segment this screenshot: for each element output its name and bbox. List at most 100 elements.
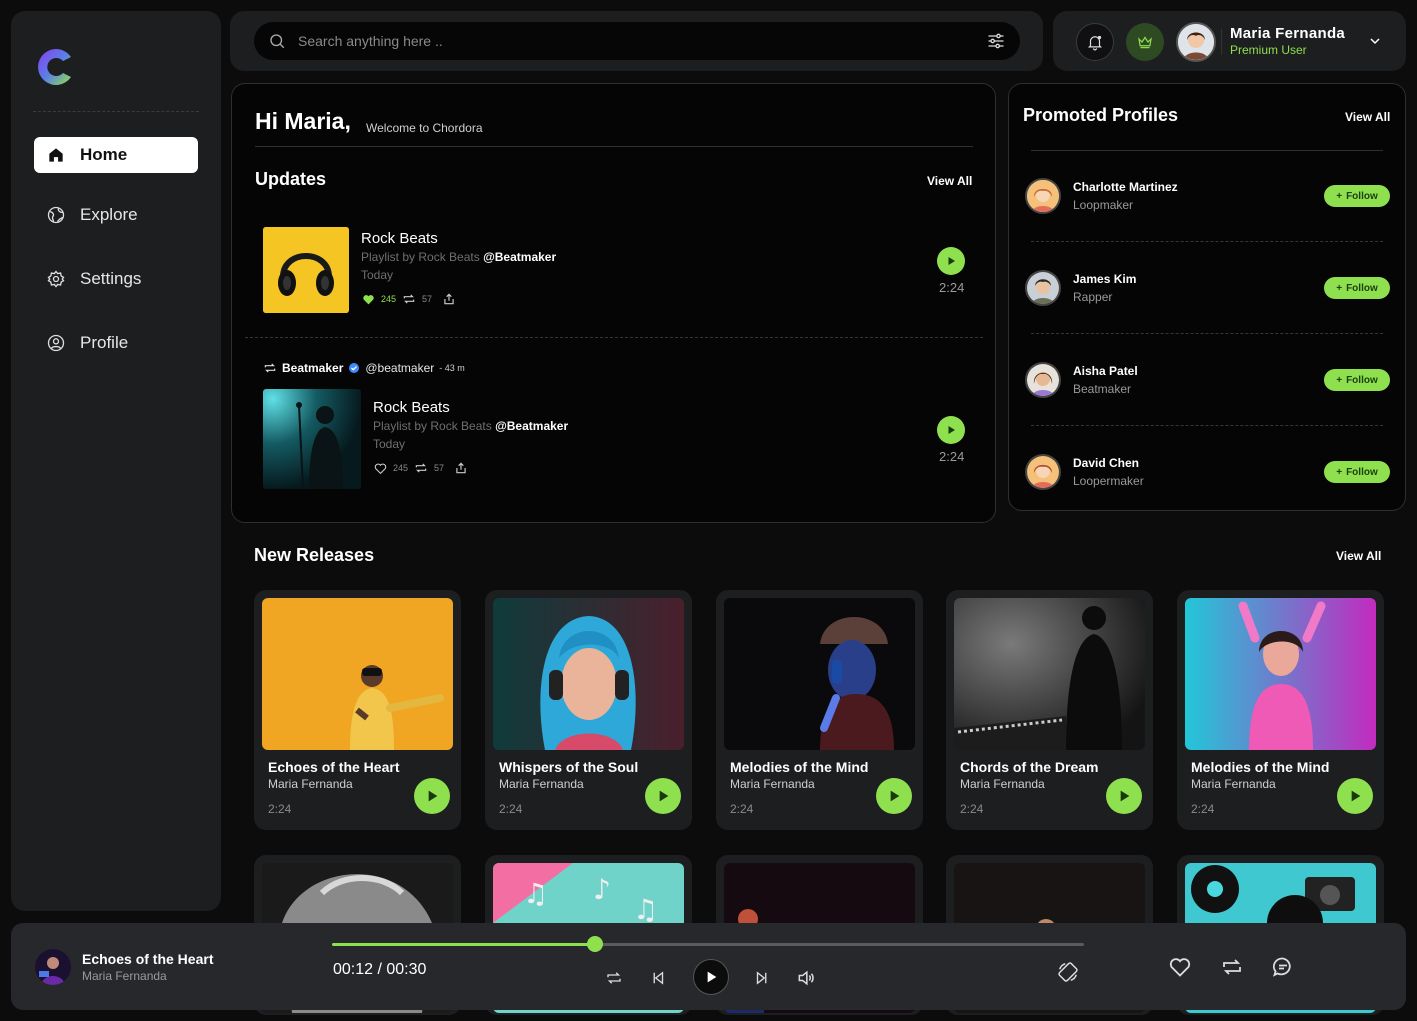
user-role: Premium User	[1230, 43, 1307, 57]
updates-title: Updates	[255, 169, 327, 189]
profile-name[interactable]: James Kim	[1073, 272, 1136, 286]
update-byline-handle[interactable]: @Beatmaker	[483, 250, 556, 264]
update-play-button[interactable]	[937, 247, 965, 275]
release-card[interactable]: Echoes of the Heart Maria Fernanda 2:24	[254, 590, 461, 830]
search-input[interactable]	[298, 33, 986, 49]
release-cover-image[interactable]	[724, 598, 915, 750]
release-play-button[interactable]	[414, 778, 450, 814]
sidebar-item-home[interactable]: Home	[34, 137, 198, 173]
release-duration: 2:24	[499, 802, 523, 816]
play-icon	[1120, 790, 1130, 802]
update-title[interactable]: Rock Beats	[361, 230, 438, 247]
sidebar-item-settings[interactable]: Settings	[34, 261, 198, 297]
release-play-button[interactable]	[876, 778, 912, 814]
release-title[interactable]: Melodies of the Mind	[730, 759, 868, 775]
release-play-button[interactable]	[645, 778, 681, 814]
update-byline-handle[interactable]: @Beatmaker	[495, 419, 568, 433]
play-icon	[707, 971, 717, 983]
repost-author[interactable]: Beatmaker	[282, 361, 343, 375]
repost-icon	[264, 363, 276, 373]
like-button[interactable]	[1168, 955, 1192, 979]
release-cover-image[interactable]	[1185, 598, 1376, 750]
repost-handle[interactable]: @beatmaker	[365, 361, 434, 375]
volume-button[interactable]	[796, 968, 816, 988]
user-circle-icon	[47, 334, 65, 352]
follow-button[interactable]: + Follow	[1324, 185, 1390, 207]
promoted-view-all-link[interactable]: View All	[1345, 110, 1390, 124]
release-title[interactable]: Echoes of the Heart	[268, 759, 399, 775]
release-title[interactable]: Whispers of the Soul	[499, 759, 638, 775]
release-card[interactable]: Whispers of the Soul Maria Fernanda 2:24	[485, 590, 692, 830]
promoted-title: Promoted Profiles	[1023, 105, 1179, 125]
release-card[interactable]: Chords of the Dream Maria Fernanda 2:24	[946, 590, 1153, 830]
release-cover-image[interactable]	[954, 598, 1145, 750]
rotate-device-icon	[1058, 962, 1078, 982]
release-duration: 2:24	[268, 802, 292, 816]
previous-button[interactable]	[649, 969, 667, 987]
follow-button[interactable]: + Follow	[1324, 369, 1390, 391]
now-playing-artist[interactable]: Maria Fernanda	[82, 969, 167, 983]
avatar[interactable]	[1176, 22, 1216, 62]
release-artist[interactable]: Maria Fernanda	[730, 777, 815, 791]
play-button[interactable]	[693, 959, 729, 995]
profile-name[interactable]: Charlotte Martinez	[1073, 180, 1178, 194]
follow-button[interactable]: + Follow	[1324, 461, 1390, 483]
follow-button[interactable]: + Follow	[1324, 277, 1390, 299]
rotate-button[interactable]	[1057, 961, 1079, 983]
release-title[interactable]: Melodies of the Mind	[1191, 759, 1329, 775]
progress-handle[interactable]	[587, 936, 604, 952]
avatar[interactable]	[1025, 454, 1061, 490]
release-title[interactable]: Chords of the Dream	[960, 759, 1098, 775]
release-card[interactable]: Melodies of the Mind Maria Fernanda 2:24	[716, 590, 923, 830]
avatar[interactable]	[1025, 270, 1061, 306]
update-cover-image[interactable]	[263, 389, 361, 489]
now-playing-cover-image[interactable]	[35, 949, 71, 985]
filter-icon[interactable]	[986, 31, 1006, 51]
release-artist[interactable]: Maria Fernanda	[268, 777, 353, 791]
updates-view-all-link[interactable]: View All	[927, 174, 972, 188]
heart-icon[interactable]	[374, 462, 387, 475]
avatar[interactable]	[1025, 362, 1061, 398]
sidebar-item-profile[interactable]: Profile	[34, 325, 198, 361]
release-card[interactable]: Melodies of the Mind Maria Fernanda 2:24	[1177, 590, 1384, 830]
repeat-button[interactable]	[605, 969, 623, 987]
release-play-button[interactable]	[1106, 778, 1142, 814]
sidebar-item-label: Home	[80, 145, 128, 164]
premium-button[interactable]	[1126, 23, 1164, 61]
repost-icon[interactable]	[414, 461, 428, 475]
search-box	[254, 22, 1020, 60]
release-cover-image[interactable]	[262, 598, 453, 750]
app-logo[interactable]	[33, 45, 77, 89]
update-byline-prefix: Playlist by Rock Beats	[361, 250, 480, 264]
new-releases-view-all-link[interactable]: View All	[1336, 549, 1381, 563]
release-duration: 2:24	[730, 802, 754, 816]
release-artist[interactable]: Maria Fernanda	[1191, 777, 1276, 791]
now-playing-title[interactable]: Echoes of the Heart	[82, 951, 213, 967]
avatar[interactable]	[1025, 178, 1061, 214]
release-cover-image[interactable]	[493, 598, 684, 750]
chevron-down-icon[interactable]	[1367, 33, 1383, 49]
like-count: 245	[381, 294, 397, 304]
update-title[interactable]: Rock Beats	[373, 399, 450, 416]
search-icon	[270, 34, 285, 49]
release-artist[interactable]: Maria Fernanda	[499, 777, 584, 791]
share-icon[interactable]	[454, 461, 468, 475]
sidebar-item-explore[interactable]: Explore	[34, 197, 198, 233]
comments-button[interactable]	[1271, 955, 1295, 979]
update-cover-image[interactable]	[263, 227, 349, 313]
follow-button-label: Follow	[1346, 282, 1378, 294]
playback-time: 00:12 / 00:30	[333, 961, 427, 978]
notifications-button[interactable]	[1076, 23, 1114, 61]
release-artist[interactable]: Maria Fernanda	[960, 777, 1045, 791]
share-icon[interactable]	[442, 292, 456, 306]
heart-filled-icon[interactable]	[362, 293, 375, 306]
next-button[interactable]	[753, 969, 771, 987]
update-play-button[interactable]	[937, 416, 965, 444]
repost-count: 57	[434, 463, 445, 473]
progress-bar[interactable]	[332, 936, 1084, 952]
profile-name[interactable]: David Chen	[1073, 456, 1139, 470]
repost-button[interactable]	[1219, 955, 1245, 979]
release-play-button[interactable]	[1337, 778, 1373, 814]
profile-name[interactable]: Aisha Patel	[1073, 364, 1138, 378]
repost-icon[interactable]	[402, 292, 416, 306]
